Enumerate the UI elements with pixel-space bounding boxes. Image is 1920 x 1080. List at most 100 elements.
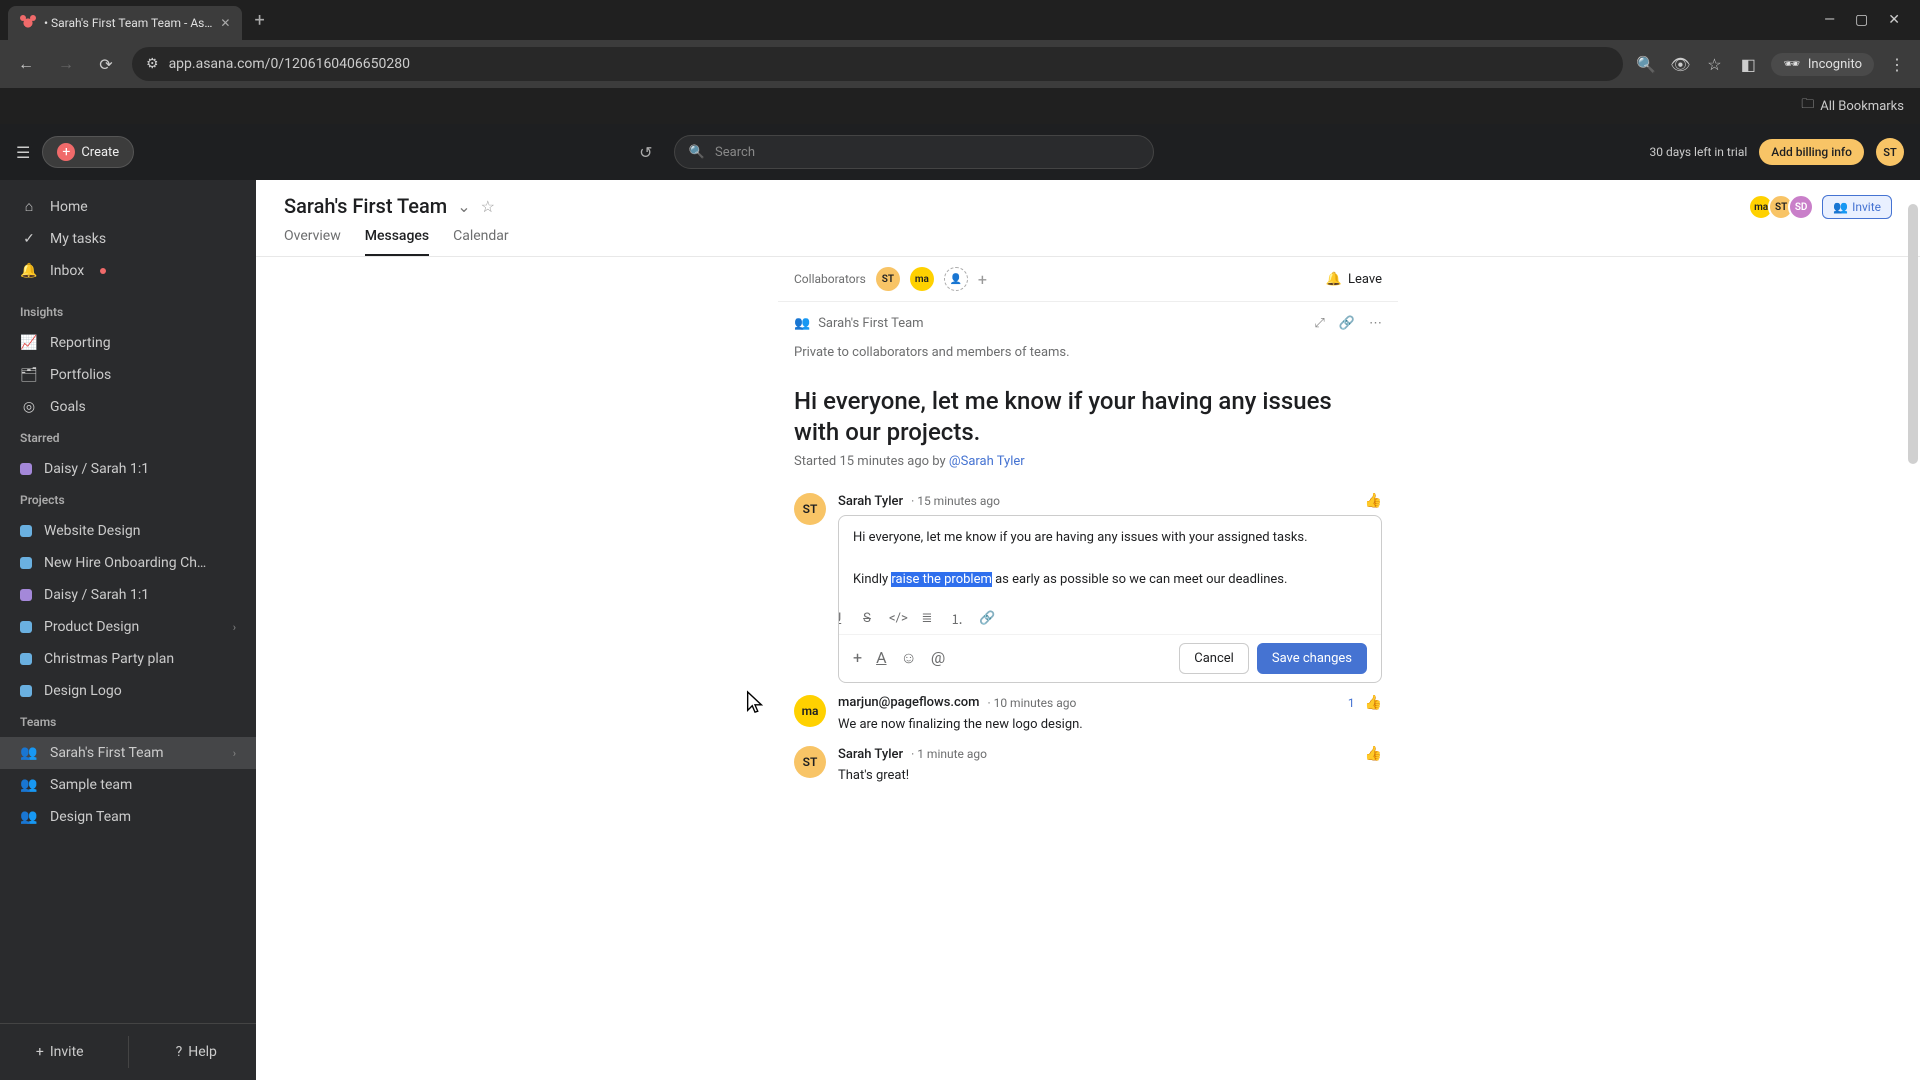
add-icon[interactable]: + xyxy=(853,648,862,668)
underline-icon[interactable]: U xyxy=(838,611,845,626)
number-list-icon[interactable]: ⒈ xyxy=(949,609,965,628)
people-icon: 👥 xyxy=(1833,200,1848,214)
content: Collaborators ST ma 👤 + 🔔 Leave 👥 Sarah'… xyxy=(256,257,1920,832)
code-icon[interactable]: </> xyxy=(889,611,905,626)
star-icon[interactable]: ☆ xyxy=(481,197,495,216)
tab-close-icon[interactable]: ✕ xyxy=(220,16,230,30)
history-icon[interactable]: ↺ xyxy=(630,136,662,168)
sidebar-team-item[interactable]: 👥Design Team xyxy=(0,801,256,833)
bookmark-star-icon[interactable]: ☆ xyxy=(1703,53,1725,75)
add-collaborator-icon[interactable]: + xyxy=(978,270,987,289)
invite-button[interactable]: 👥 Invite xyxy=(1822,195,1892,219)
expand-icon[interactable]: ⤢ xyxy=(1314,316,1324,331)
team-name[interactable]: Sarah's First Team xyxy=(818,316,923,331)
chevron-down-icon[interactable]: ⌄ xyxy=(457,197,470,216)
sidebar-team-item[interactable]: 👥Sarah's First Team› xyxy=(0,737,256,769)
format-toolbar: B I U S </> ≣ ⒈ 🔗 xyxy=(838,603,1311,634)
sidebar-project-item[interactable]: Christmas Party plan xyxy=(0,643,256,675)
eye-off-icon[interactable]: 👁 xyxy=(1669,53,1691,75)
team-icon: 👥 xyxy=(20,809,38,825)
minimize-icon[interactable]: ― xyxy=(1824,12,1835,28)
people-icon: 👥 xyxy=(794,316,810,331)
help-icon: ? xyxy=(176,1044,183,1060)
project-color-dot xyxy=(20,463,32,475)
link-insert-icon[interactable]: 🔗 xyxy=(979,611,995,626)
check-icon: ✓ xyxy=(20,231,38,247)
sidebar-project-item[interactable]: Design Logo xyxy=(0,675,256,707)
browser-tab[interactable]: • Sarah's First Team Team - As… ✕ xyxy=(8,6,242,40)
tab-messages[interactable]: Messages xyxy=(365,228,429,256)
main-content: Sarah's First Team ⌄ ☆ Overview Messages… xyxy=(256,124,1920,1080)
sidebar-heading-starred: Starred xyxy=(0,423,256,453)
window-controls: ― ▢ ✕ xyxy=(1824,12,1912,28)
tab-overview[interactable]: Overview xyxy=(284,228,341,256)
save-button[interactable]: Save changes xyxy=(1257,643,1367,674)
member-stack[interactable]: ma ST SD xyxy=(1754,194,1814,220)
sidebar-portfolios[interactable]: 🗂Portfolios xyxy=(0,359,256,391)
sidebar-label: Website Design xyxy=(44,523,140,539)
back-button[interactable]: ← xyxy=(12,50,40,78)
reload-button[interactable]: ⟳ xyxy=(92,50,120,78)
billing-button[interactable]: Add billing info xyxy=(1759,139,1864,165)
sidebar-label: New Hire Onboarding Ch… xyxy=(44,555,206,571)
all-bookmarks-link[interactable]: All Bookmarks xyxy=(1820,99,1904,114)
user-avatar[interactable]: ST xyxy=(1876,138,1904,166)
search-input[interactable]: 🔍 Search xyxy=(674,135,1154,169)
strike-icon[interactable]: S xyxy=(859,611,875,626)
bullet-list-icon[interactable]: ≣ xyxy=(919,611,935,626)
site-settings-icon[interactable]: ⚙ xyxy=(146,56,159,72)
avatar[interactable]: ST xyxy=(876,267,900,291)
sidebar-project-item[interactable]: Daisy / Sarah 1:1 xyxy=(0,579,256,611)
chevron-right-icon[interactable]: › xyxy=(233,747,236,760)
maximize-icon[interactable]: ▢ xyxy=(1855,12,1868,28)
sidebar-label: Daisy / Sarah 1:1 xyxy=(44,461,149,477)
sidebar-label: Help xyxy=(188,1044,217,1060)
avatar: SD xyxy=(1788,194,1814,220)
sidebar-goals[interactable]: ◎Goals xyxy=(0,391,256,423)
avatar-placeholder[interactable]: 👤 xyxy=(944,267,968,291)
team-icon: 👥 xyxy=(20,777,38,793)
link-icon[interactable]: 🔗 xyxy=(1339,316,1355,331)
emoji-icon[interactable]: ☺ xyxy=(901,648,917,668)
sidebar-project-item[interactable]: Product Design › xyxy=(0,611,256,643)
incognito-badge[interactable]: 🕶 Incognito xyxy=(1771,53,1874,76)
comment-time: · 10 minutes ago xyxy=(987,696,1076,710)
new-tab-button[interactable]: + xyxy=(246,10,272,31)
tab-calendar[interactable]: Calendar xyxy=(453,228,509,256)
like-icon[interactable]: 👍 xyxy=(1365,493,1382,509)
sidebar-project-item[interactable]: Website Design xyxy=(0,515,256,547)
like-icon[interactable]: 👍 xyxy=(1365,695,1382,711)
mention-icon[interactable]: @ xyxy=(931,648,945,668)
panel-icon[interactable]: ◧ xyxy=(1737,53,1759,75)
sidebar-home[interactable]: ⌂Home xyxy=(0,190,256,223)
author-mention[interactable]: @Sarah Tyler xyxy=(949,454,1025,469)
more-icon[interactable]: ⋯ xyxy=(1369,316,1382,331)
sidebar-reporting[interactable]: 📈Reporting xyxy=(0,327,256,359)
like-icon[interactable]: 👍 xyxy=(1365,746,1382,762)
avatar[interactable]: ma xyxy=(910,267,934,291)
cancel-button[interactable]: Cancel xyxy=(1179,643,1249,674)
hamburger-icon[interactable]: ☰ xyxy=(16,143,30,162)
sidebar-project-item[interactable]: New Hire Onboarding Ch… xyxy=(0,547,256,579)
editor-textarea[interactable]: Hi everyone, let me know if you are havi… xyxy=(839,516,1381,602)
bell-icon: 🔔 xyxy=(20,263,38,279)
target-icon: ◎ xyxy=(20,399,38,415)
sidebar-my-tasks[interactable]: ✓My tasks xyxy=(0,223,256,255)
sidebar-help[interactable]: ? Help xyxy=(137,1036,257,1068)
sidebar-invite[interactable]: +Invite xyxy=(0,1036,120,1068)
sidebar-starred-item[interactable]: Daisy / Sarah 1:1 xyxy=(0,453,256,485)
create-button[interactable]: + Create xyxy=(42,136,134,168)
app-body: ⌂Home ✓My tasks 🔔Inbox Insights 📈Reporti… xyxy=(0,124,1920,1080)
leave-button[interactable]: 🔔 Leave xyxy=(1326,272,1382,287)
format-icon[interactable]: A xyxy=(876,648,886,668)
sidebar-team-item[interactable]: 👥Sample team xyxy=(0,769,256,801)
sidebar-inbox[interactable]: 🔔Inbox xyxy=(0,255,256,287)
chevron-right-icon[interactable]: › xyxy=(233,621,236,634)
sidebar-heading-insights: Insights xyxy=(0,297,256,327)
close-window-icon[interactable]: ✕ xyxy=(1888,12,1900,28)
browser-menu-icon[interactable]: ⋮ xyxy=(1886,53,1908,75)
search-url-icon[interactable]: 🔍 xyxy=(1635,53,1657,75)
url-input[interactable]: ⚙ app.asana.com/0/1206160406650280 xyxy=(132,47,1623,81)
sidebar-label: Product Design xyxy=(44,619,139,635)
scrollbar[interactable] xyxy=(1908,204,1918,464)
